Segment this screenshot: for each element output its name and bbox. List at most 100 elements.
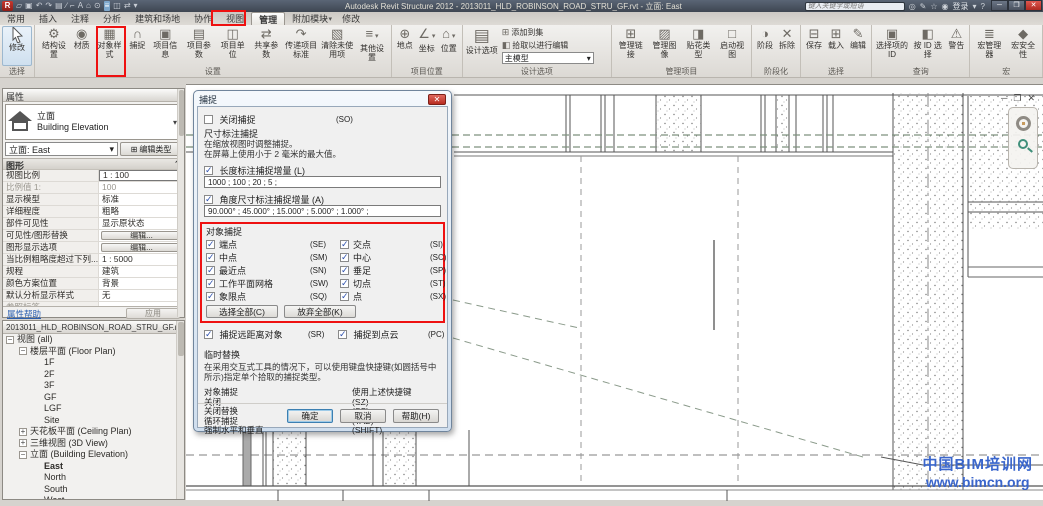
checkbox-icon[interactable] xyxy=(206,240,215,249)
browser-scrollbar[interactable] xyxy=(176,321,184,499)
tree-item[interactable]: West xyxy=(3,495,184,499)
decal-types-button[interactable]: ◨ 贴花类型 xyxy=(681,26,715,59)
steering-wheel-icon[interactable] xyxy=(1016,116,1031,131)
tree-expander-icon[interactable] xyxy=(33,405,41,413)
property-row[interactable]: 视图比例 1 : 100 xyxy=(3,170,184,182)
navigation-bar[interactable] xyxy=(1008,107,1038,169)
property-row[interactable]: 详细程度 粗略 xyxy=(3,206,184,218)
tree-expander-icon[interactable] xyxy=(33,370,41,378)
tree-item[interactable]: 3F xyxy=(3,380,184,392)
ribbon-tab[interactable]: 视图 xyxy=(219,12,251,25)
additional-settings-button[interactable]: ≡ 其他设置 xyxy=(355,26,389,62)
thin-lines-icon[interactable]: ≡ xyxy=(104,1,111,11)
communication-center-icon[interactable]: ☆ xyxy=(930,2,937,11)
ribbon-state-toggle-icon[interactable]: ▭ ▾ xyxy=(320,15,332,23)
ribbon-tab[interactable]: 插入 xyxy=(32,12,64,25)
tree-expander-icon[interactable]: − xyxy=(19,451,27,459)
close-button[interactable]: ✕ xyxy=(1025,0,1042,11)
properties-help-link[interactable]: 属性帮助 xyxy=(7,308,41,320)
tree-item[interactable]: + 天花板平面 (Ceiling Plan) xyxy=(3,426,184,438)
transfer-project-standards-button[interactable]: ↷ 传递项目标准 xyxy=(283,26,319,59)
ribbon-tab[interactable]: 协作 xyxy=(187,12,219,25)
design-options-dropdown[interactable]: 主模型 ▾ xyxy=(502,52,594,64)
checkbox-icon[interactable] xyxy=(340,240,349,249)
object-styles-button[interactable]: ▦ 对象样式 xyxy=(93,26,127,59)
ribbon-tab[interactable]: 建筑和场地 xyxy=(128,12,187,25)
tree-item[interactable]: − 楼层平面 (Floor Plan) xyxy=(3,346,184,358)
checkbox-icon[interactable] xyxy=(206,266,215,275)
instance-selector[interactable]: 立面: East ▾ xyxy=(5,142,118,156)
ok-button[interactable]: 确定 xyxy=(287,409,333,423)
property-row[interactable]: 图形显示选项 编辑... xyxy=(3,242,184,254)
checkbox-icon[interactable] xyxy=(338,330,347,339)
save-selection-button[interactable]: ⊟ 保存 xyxy=(803,26,825,50)
checkbox-icon[interactable] xyxy=(204,195,213,204)
tree-item[interactable]: 2F xyxy=(3,369,184,381)
macro-security-button[interactable]: ◆ 宏安全性 xyxy=(1006,26,1040,59)
check-none-button[interactable]: 放弃全部(K) xyxy=(284,305,356,318)
position-button[interactable]: ⌂ 位置 xyxy=(438,26,460,53)
open-icon[interactable]: ▱ xyxy=(16,1,22,11)
print-icon[interactable]: ▤ xyxy=(55,1,63,11)
modify-button[interactable]: 修改 xyxy=(2,26,32,66)
snap-remote-checkbox[interactable]: 捕捉远距离对象 xyxy=(204,328,308,341)
restore-button[interactable]: ❐ xyxy=(1008,0,1025,11)
apply-button[interactable]: 应用 xyxy=(126,308,180,319)
redo-icon[interactable]: ↷ xyxy=(45,1,52,11)
property-row[interactable]: 当比例粗略度超过下列... 1 : 5000 xyxy=(3,254,184,266)
ribbon-tab[interactable]: 常用 xyxy=(0,12,32,25)
manage-images-button[interactable]: ▨ 管理图像 xyxy=(648,26,682,59)
property-row[interactable]: 部件可见性 显示原状态 xyxy=(3,218,184,230)
checkbox-icon[interactable] xyxy=(206,292,215,301)
location-button[interactable]: ⊕ 地点 xyxy=(394,26,416,50)
property-row[interactable]: 显示模型 标准 xyxy=(3,194,184,206)
revit-app-logo-icon[interactable]: R xyxy=(2,1,13,11)
chevron-down-icon[interactable]: ▾ xyxy=(973,2,977,11)
minimize-button[interactable]: ─ xyxy=(991,0,1008,11)
customize-qat-icon[interactable]: ▾ xyxy=(134,1,138,11)
ribbon-tab[interactable]: 管理 xyxy=(251,12,285,25)
help-icon[interactable]: ? xyxy=(981,2,985,11)
tree-expander-icon[interactable]: + xyxy=(19,428,27,436)
3d-view-icon[interactable]: ⌂ xyxy=(86,1,91,11)
dialog-title-bar[interactable]: 捕捉 ✕ xyxy=(197,93,448,106)
ids-of-selection-button[interactable]: ▣ 选择项的 ID xyxy=(874,26,910,59)
checkbox-icon[interactable] xyxy=(204,330,213,339)
ribbon-tab[interactable]: 注释 xyxy=(64,12,96,25)
tree-expander-icon[interactable]: − xyxy=(6,336,14,344)
checkbox-icon[interactable] xyxy=(204,115,213,124)
property-row[interactable]: 可见性/图形替换 编辑... xyxy=(3,230,184,242)
tree-expander-icon[interactable] xyxy=(33,485,41,493)
project-information-button[interactable]: ▣ 项目信息 xyxy=(148,26,182,59)
tree-item[interactable]: East xyxy=(3,461,184,473)
check-all-button[interactable]: 选择全部(C) xyxy=(206,305,278,318)
property-row[interactable]: 默认分析显示样式 无 xyxy=(3,290,184,302)
starting-view-button[interactable]: □ 启动视图 xyxy=(715,26,749,59)
tree-item[interactable]: 1F xyxy=(3,357,184,369)
viewport-close-icon[interactable]: ✕ xyxy=(1027,93,1035,104)
coordinates-button[interactable]: ∠ 坐标 xyxy=(416,26,438,53)
tree-expander-icon[interactable] xyxy=(33,416,41,424)
tree-expander-icon[interactable] xyxy=(33,474,41,482)
length-increments-input[interactable]: 1000 ; 100 ; 20 ; 5 ; xyxy=(204,176,441,188)
viewport-minimize-icon[interactable]: ─ xyxy=(1001,93,1007,104)
undo-icon[interactable]: ↶ xyxy=(36,1,43,11)
section-icon[interactable]: ⊙ xyxy=(94,1,101,11)
manage-links-button[interactable]: ⊞ 管理链接 xyxy=(614,26,648,59)
snaps-button[interactable]: ∩ 捕捉 xyxy=(126,26,148,50)
checkbox-icon[interactable] xyxy=(206,279,215,288)
tree-expander-icon[interactable] xyxy=(33,462,41,470)
checkbox-icon[interactable] xyxy=(340,292,349,301)
project-parameters-button[interactable]: ▤ 项目参数 xyxy=(182,26,216,59)
length-snap-checkbox[interactable]: 长度标注捕捉增量 (L) xyxy=(204,164,441,175)
text-icon[interactable]: A xyxy=(78,1,83,11)
design-options-button[interactable]: ▤ 设计选项 xyxy=(465,26,499,55)
viewport-restore-icon[interactable]: ❐ xyxy=(1013,93,1021,104)
demolish-button[interactable]: ✕ 拆除 xyxy=(776,26,798,50)
tree-item[interactable]: Site xyxy=(3,415,184,427)
angle-snap-checkbox[interactable]: 角度尺寸标注捕捉增量 (A) xyxy=(204,193,441,204)
sign-in-button[interactable]: 登录 xyxy=(953,1,969,12)
structural-settings-button[interactable]: ⚙ 结构设置 xyxy=(37,26,71,59)
zoom-icon[interactable] xyxy=(1018,139,1028,149)
ribbon-tab[interactable]: 分析 xyxy=(96,12,128,25)
